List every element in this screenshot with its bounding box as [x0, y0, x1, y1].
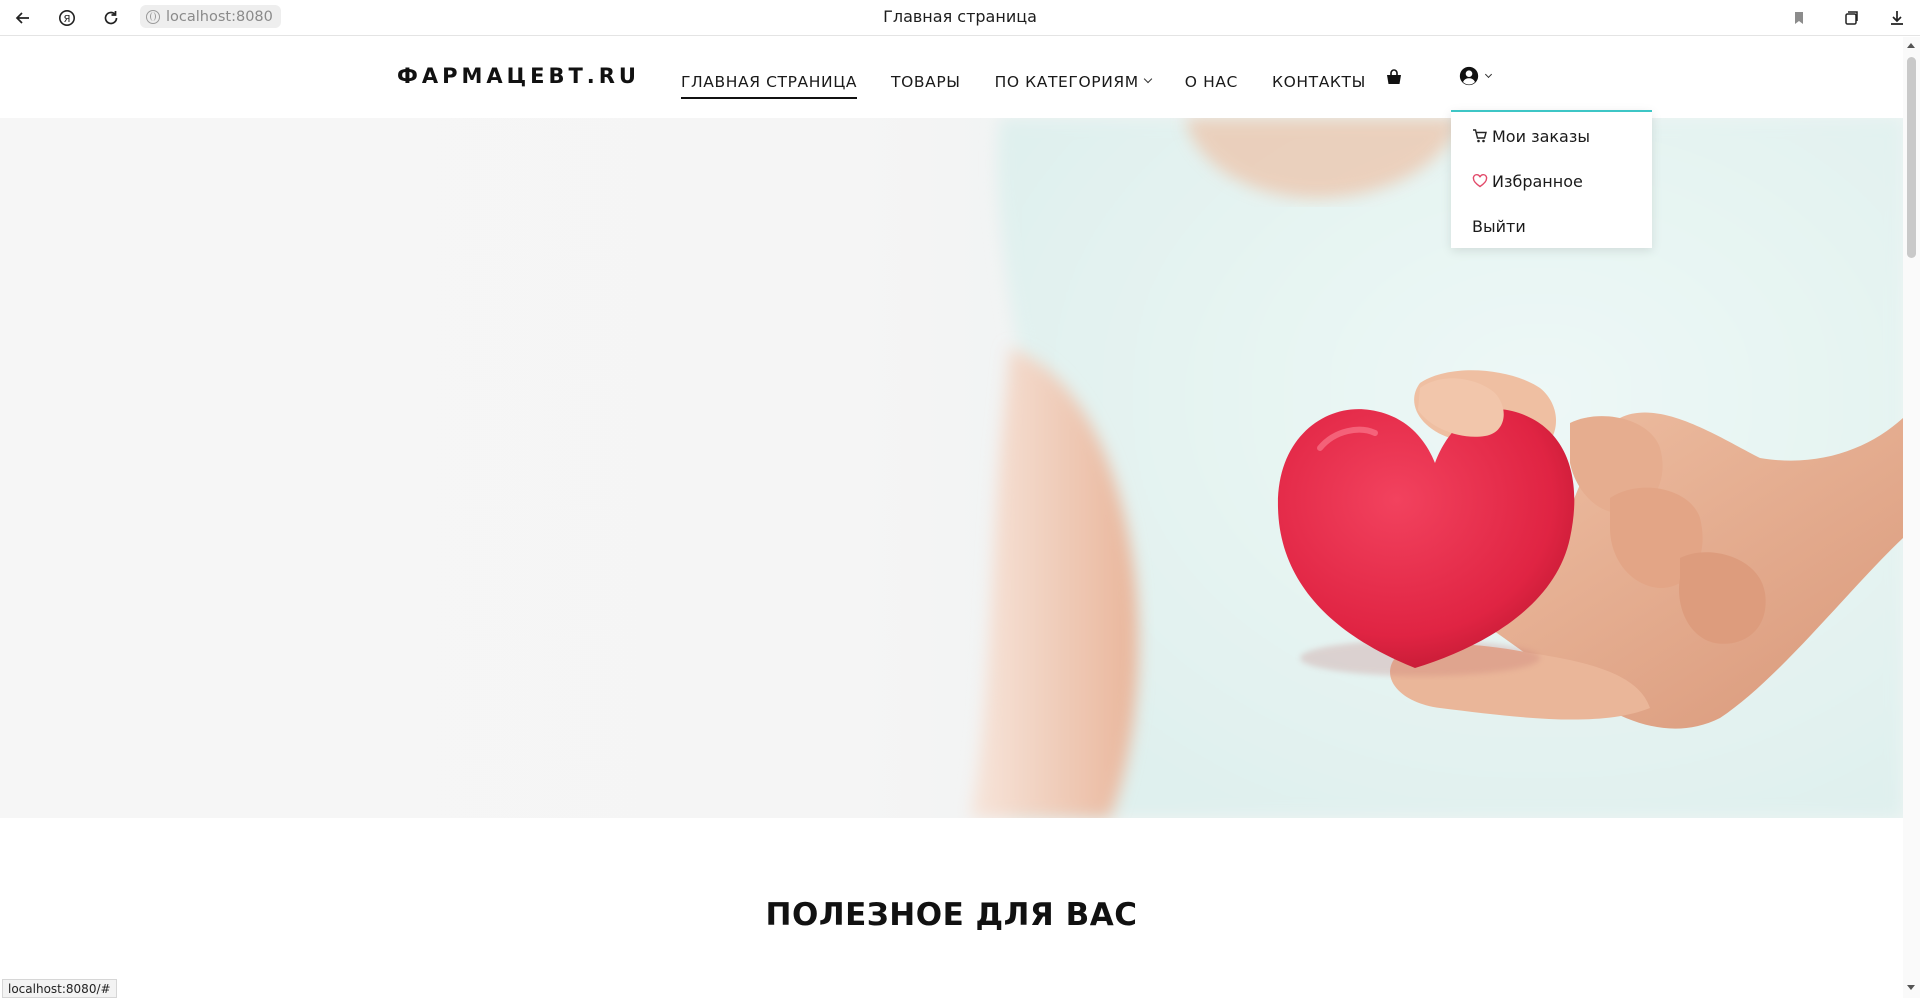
nav-item-products[interactable]: ТОВАРЫ: [891, 67, 961, 97]
nav-item-label: ТОВАРЫ: [891, 73, 961, 91]
nav-item-label: ГЛАВНАЯ СТРАНИЦА: [681, 73, 858, 91]
nav-item-contacts[interactable]: КОНТАКТЫ: [1272, 67, 1366, 97]
collections-icon[interactable]: [1838, 5, 1864, 31]
site-globe-icon: [146, 9, 160, 24]
nav-item-label: ПО КАТЕГОРИЯМ: [994, 73, 1139, 91]
main-nav: ГЛАВНАЯ СТРАНИЦА ТОВАРЫ ПО КАТЕГОРИЯМ О …: [681, 67, 1366, 99]
user-menu-button[interactable]: [1458, 64, 1493, 88]
nav-item-categories[interactable]: ПО КАТЕГОРИЯМ: [994, 67, 1153, 97]
page-scrollbar[interactable]: [1903, 37, 1920, 998]
menu-item-my-orders[interactable]: Мои заказы: [1472, 124, 1590, 148]
scroll-up-arrow-icon[interactable]: [1907, 43, 1915, 48]
nav-item-label: О НАС: [1184, 73, 1238, 91]
address-text: localhost:8080: [166, 8, 273, 25]
chevron-down-icon: [1484, 70, 1493, 78]
nav-item-about[interactable]: О НАС: [1185, 67, 1238, 97]
yandex-icon[interactable]: Я: [54, 5, 80, 31]
menu-item-favorites[interactable]: Избранное: [1472, 169, 1583, 193]
heart-outline-icon: [1472, 173, 1488, 188]
page-tab-title: Главная страница: [883, 7, 1037, 26]
back-arrow-icon[interactable]: [10, 5, 36, 31]
menu-item-label: Выйти: [1472, 216, 1526, 236]
menu-item-label: Избранное: [1492, 171, 1583, 191]
scroll-down-arrow-icon[interactable]: [1907, 985, 1915, 990]
bookmark-icon[interactable]: [1786, 5, 1812, 31]
scrollbar-thumb[interactable]: [1907, 57, 1916, 258]
cart-icon: [1473, 129, 1487, 143]
section-title: ПОЛЕЗНОЕ ДЛЯ ВАС: [765, 897, 1138, 933]
user-dropdown-menu: Мои заказы Избранное Выйти: [1451, 110, 1652, 248]
browser-toolbar: Я localhost:8080 Главная страница: [0, 0, 1920, 36]
site-header: ФАРМАЦЕВТ.RU ГЛАВНАЯ СТРАНИЦА ТОВАРЫ ПО …: [0, 37, 1900, 117]
site-logo[interactable]: ФАРМАЦЕВТ.RU: [397, 64, 640, 88]
chevron-down-icon: [1143, 74, 1153, 84]
menu-item-label: Мои заказы: [1492, 126, 1590, 146]
nav-item-home[interactable]: ГЛАВНАЯ СТРАНИЦА: [681, 67, 858, 99]
nav-item-label: КОНТАКТЫ: [1271, 73, 1366, 91]
browser-status-url: localhost:8080/#: [2, 979, 117, 998]
shopping-bag-icon[interactable]: [1384, 67, 1404, 87]
menu-item-logout[interactable]: Выйти: [1472, 214, 1526, 238]
address-bar[interactable]: localhost:8080: [140, 5, 281, 28]
svg-text:Я: Я: [64, 14, 71, 25]
download-icon[interactable]: [1884, 5, 1910, 31]
reload-icon[interactable]: [98, 5, 124, 31]
user-avatar-icon: [1459, 66, 1479, 86]
